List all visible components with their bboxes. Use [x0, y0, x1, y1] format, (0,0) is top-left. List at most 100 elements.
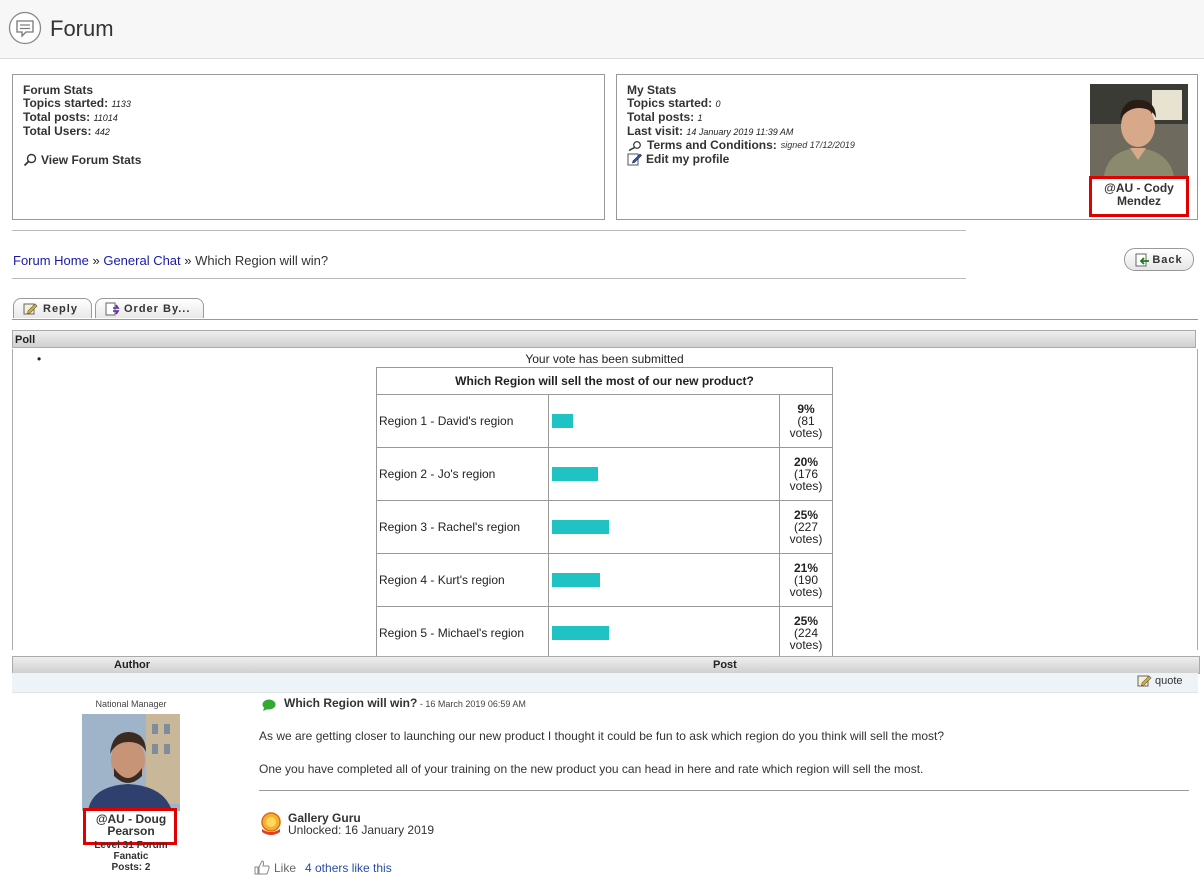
back-button-label: Back [1152, 253, 1183, 266]
poll-status: Your vote has been submitted [525, 352, 684, 366]
user-avatar[interactable] [1090, 84, 1188, 176]
terms-label: Terms and Conditions: [647, 138, 777, 152]
poll-header: Poll [12, 330, 1196, 348]
my-posts-label: Total posts: [627, 110, 695, 124]
divider [12, 230, 966, 231]
post-body-line1: As we are getting closer to launching ou… [259, 729, 945, 743]
like-label: Like [274, 860, 297, 875]
poll-result-bar [552, 573, 600, 587]
poll-option-label: Region 1 - David's region [376, 394, 549, 448]
author-avatar[interactable] [82, 714, 180, 811]
poll-option-label: Region 2 - Jo's region [376, 447, 549, 501]
author-level-line2: Fanatic [113, 851, 149, 862]
view-forum-stats-link[interactable]: View Forum Stats [23, 153, 594, 167]
last-visit-value: 14 January 2019 11:39 AM [686, 127, 794, 137]
edit-profile-label: Edit my profile [646, 151, 730, 166]
achievement-badge-icon [261, 812, 281, 835]
posts-value: 11014 [93, 113, 118, 123]
poll-option-row: Region 1 - David's region 9% (81 votes) [376, 394, 833, 448]
quote-label: quote [1155, 675, 1183, 687]
page-title: Forum [50, 16, 114, 41]
user-name[interactable]: @AU - Cody Mendez [1092, 182, 1186, 208]
achievement-unlocked: Unlocked: 16 January 2019 [288, 823, 435, 837]
author-level: Level 31 Forum Fanatic Posts: 2 [82, 840, 180, 873]
page-header: Forum [0, 0, 1204, 59]
quote-icon [1137, 675, 1152, 687]
poll-result-bar [552, 626, 609, 640]
poll-option-label: Region 3 - Rachel's region [376, 500, 549, 554]
poll-result-bar [552, 467, 598, 481]
breadcrumb: Forum Home » General Chat » Which Region… [13, 253, 328, 268]
users-label: Total Users: [23, 124, 92, 138]
likes-count-link[interactable]: 4 others like this [305, 861, 392, 875]
poll-result-count: 25% (224 votes) [779, 606, 833, 660]
post-toolbar [12, 673, 1198, 693]
breadcrumb-forum-home[interactable]: Forum Home [13, 253, 89, 268]
poll-result-count: 20% (176 votes) [779, 447, 833, 501]
author-column-header: Author [114, 659, 151, 671]
back-icon [1135, 253, 1150, 266]
user-name-line2: Mendez [1116, 194, 1161, 208]
magnifier-icon [23, 153, 37, 167]
order-by-button[interactable]: Order By... [95, 298, 204, 318]
achievement: Gallery Guru Unlocked: 16 January 2019 [288, 812, 434, 836]
view-forum-stats-label: View Forum Stats [41, 152, 142, 167]
reply-button-label: Reply [43, 302, 78, 315]
poll-option-row: Region 4 - Kurt's region 21% (190 votes) [376, 553, 833, 607]
last-visit-label: Last visit: [627, 124, 684, 138]
poll-result-count: 25% (227 votes) [779, 500, 833, 554]
poll-option-row: Region 2 - Jo's region 20% (176 votes) [376, 447, 833, 501]
post-body-line2: One you have completed all of your train… [259, 762, 924, 776]
tabs-baseline [12, 319, 1198, 320]
quote-button[interactable]: quote [1137, 674, 1183, 688]
post-table-header: Author Post [12, 656, 1200, 674]
my-topics-label: Topics started: [627, 96, 713, 110]
author-level-line1: Level 31 Forum [94, 840, 168, 851]
poll-header-label: Poll [15, 334, 36, 346]
poll-votes-unit: votes) [789, 426, 823, 440]
topics-label: Topics started: [23, 96, 109, 110]
users-value: 442 [94, 127, 110, 137]
poll-results-table: Which Region will sell the most of our n… [376, 367, 833, 660]
breadcrumb-separator: » [88, 253, 104, 268]
topics-value: 1133 [111, 99, 131, 109]
poll-bar-cell [548, 447, 780, 501]
poll-result-bar [552, 414, 573, 428]
posts-label: Total posts: [23, 110, 91, 124]
poll-bar-cell [548, 394, 780, 448]
forum-icon [8, 11, 42, 45]
poll-option-row: Region 5 - Michael's region 25% (224 votes) [376, 606, 833, 660]
poll-votes-unit: votes) [789, 585, 823, 599]
my-posts-value: 1 [697, 113, 703, 123]
poll-result-count: 21% (190 votes) [779, 553, 833, 607]
my-topics-value: 0 [715, 99, 721, 109]
breadcrumb-separator: » [180, 253, 196, 268]
poll-option-label: Region 4 - Kurt's region [376, 553, 549, 607]
post-heading: Which Region will win? - 16 March 2019 0… [284, 696, 526, 710]
search-terms-icon [628, 140, 641, 151]
my-stats-heading: My Stats [627, 83, 677, 97]
speech-bubble-icon [262, 699, 276, 711]
poll-result-count: 9% (81 votes) [779, 394, 833, 448]
author-role: National Manager [95, 699, 167, 709]
like-button[interactable]: Like [254, 860, 296, 875]
reply-icon [23, 303, 38, 314]
poll-option-label: Region 5 - Michael's region [376, 606, 549, 660]
edit-profile-icon [627, 153, 642, 166]
post-column-header: Post [713, 659, 737, 671]
order-by-icon [105, 302, 120, 315]
back-button[interactable]: Back [1124, 248, 1194, 271]
reply-button[interactable]: Reply [13, 298, 92, 318]
poll-votes-unit: votes) [789, 479, 823, 493]
post-title: Which Region will win? [284, 696, 418, 710]
forum-stats-panel: Forum Stats Topics started: 1133 Total p… [12, 74, 605, 220]
poll-votes-unit: votes) [789, 532, 823, 546]
breadcrumb-general-chat[interactable]: General Chat [103, 253, 180, 268]
forum-stats-heading: Forum Stats [23, 83, 94, 97]
author-name[interactable]: @AU - Doug Pearson [82, 813, 180, 837]
divider [12, 278, 966, 279]
poll-question: Which Region will sell the most of our n… [376, 367, 833, 395]
thumbs-up-icon [254, 860, 270, 875]
author-name-line2: Pearson [107, 824, 155, 838]
post-date: - 16 March 2019 06:59 AM [417, 699, 526, 709]
